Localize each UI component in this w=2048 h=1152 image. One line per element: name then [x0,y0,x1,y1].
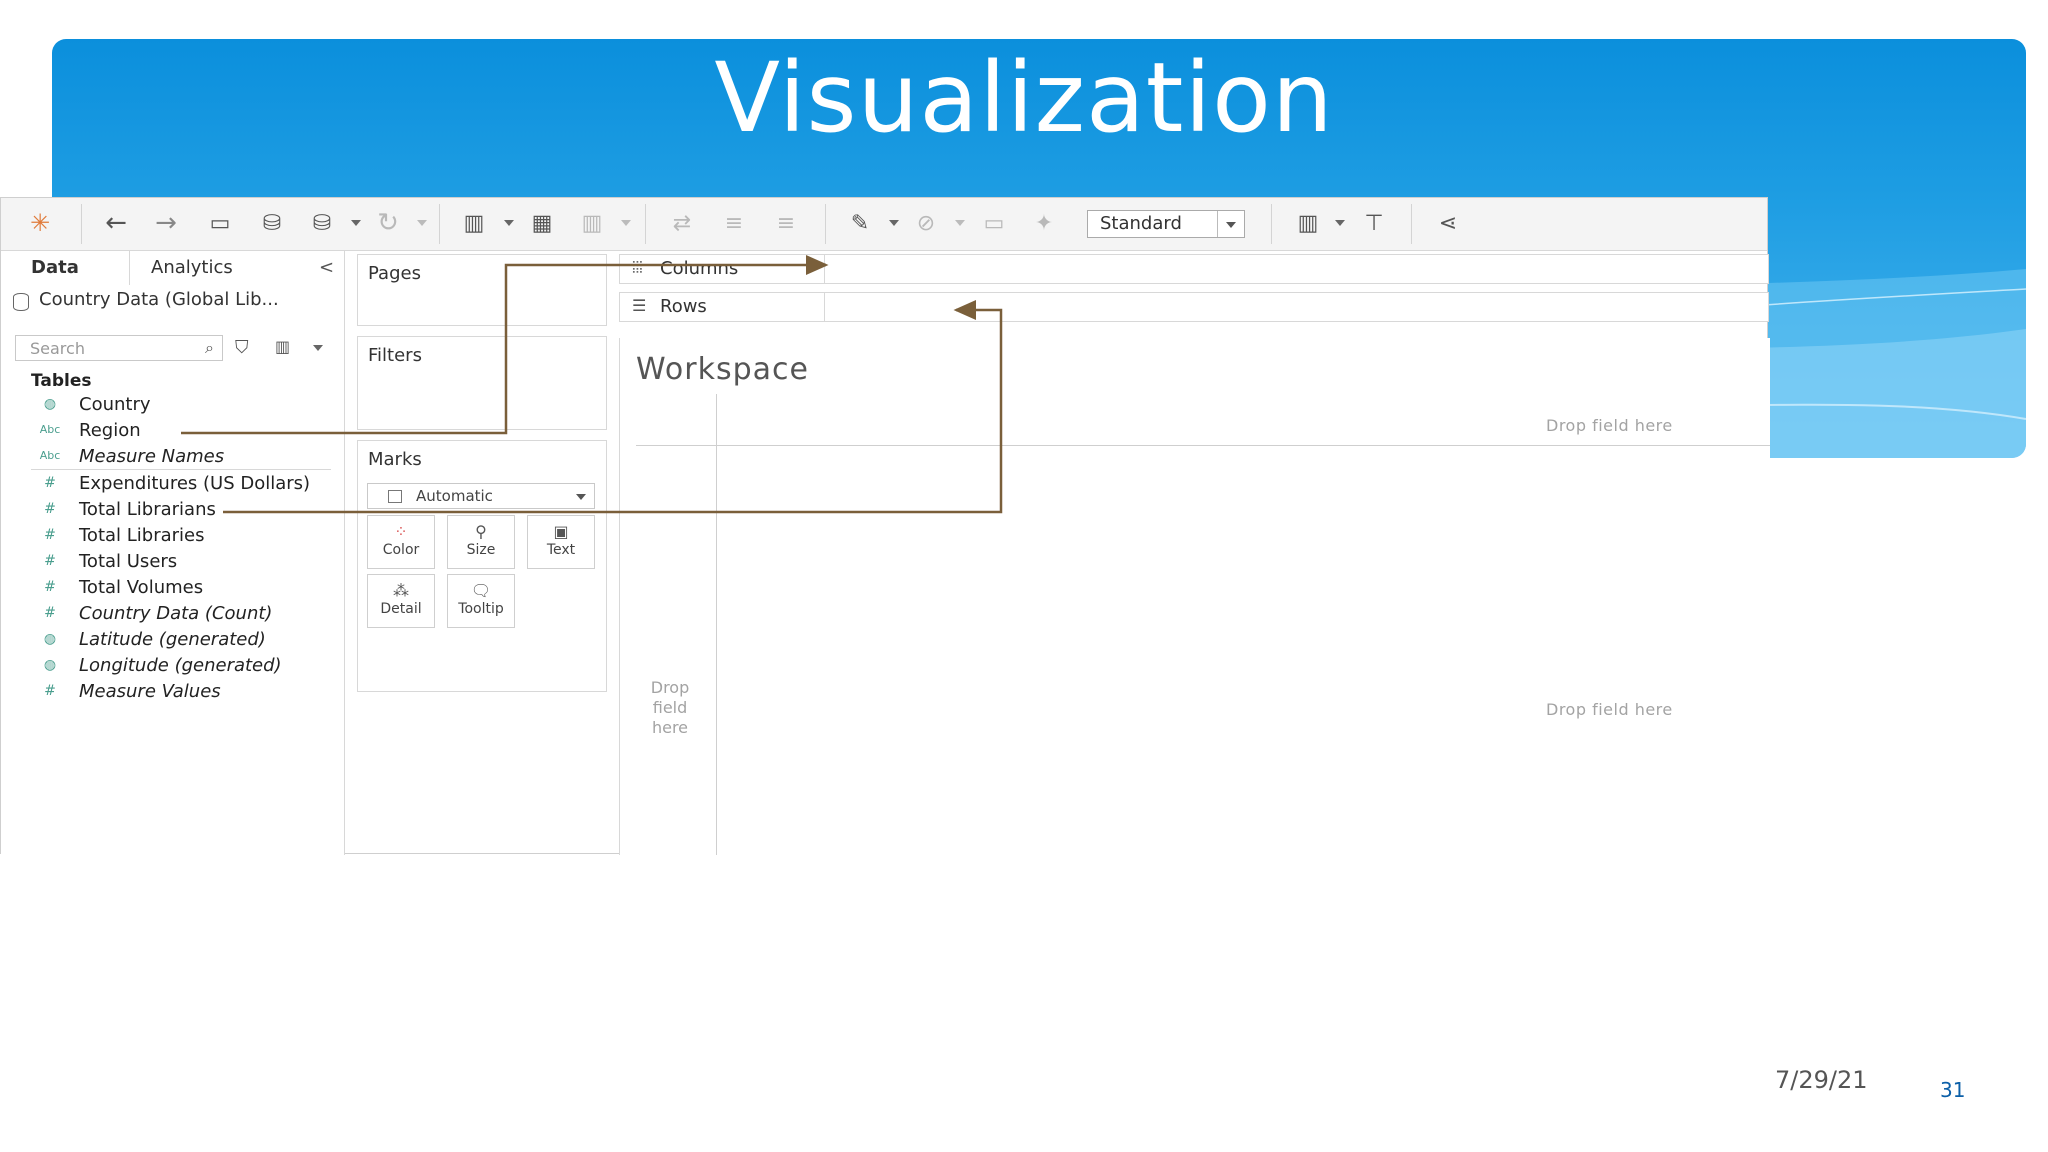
tableau-screenshot: ✳ ← → ▭ ⛁ ⛁ ↻ ▥ ▦ ▥ ⇄ ≡ ≡ ✎ ⊘ ▭ ✦ Standa… [0,197,1770,855]
arrow-region-to-columns [181,255,829,435]
slide-page-number: 31 [1940,1078,1966,1102]
slide-date: 7/29/21 [1775,1066,1868,1094]
drag-annotation-arrows [181,255,1003,514]
slide-title: Visualization [714,42,1334,154]
arrow-librarians-to-rows [223,300,1003,514]
